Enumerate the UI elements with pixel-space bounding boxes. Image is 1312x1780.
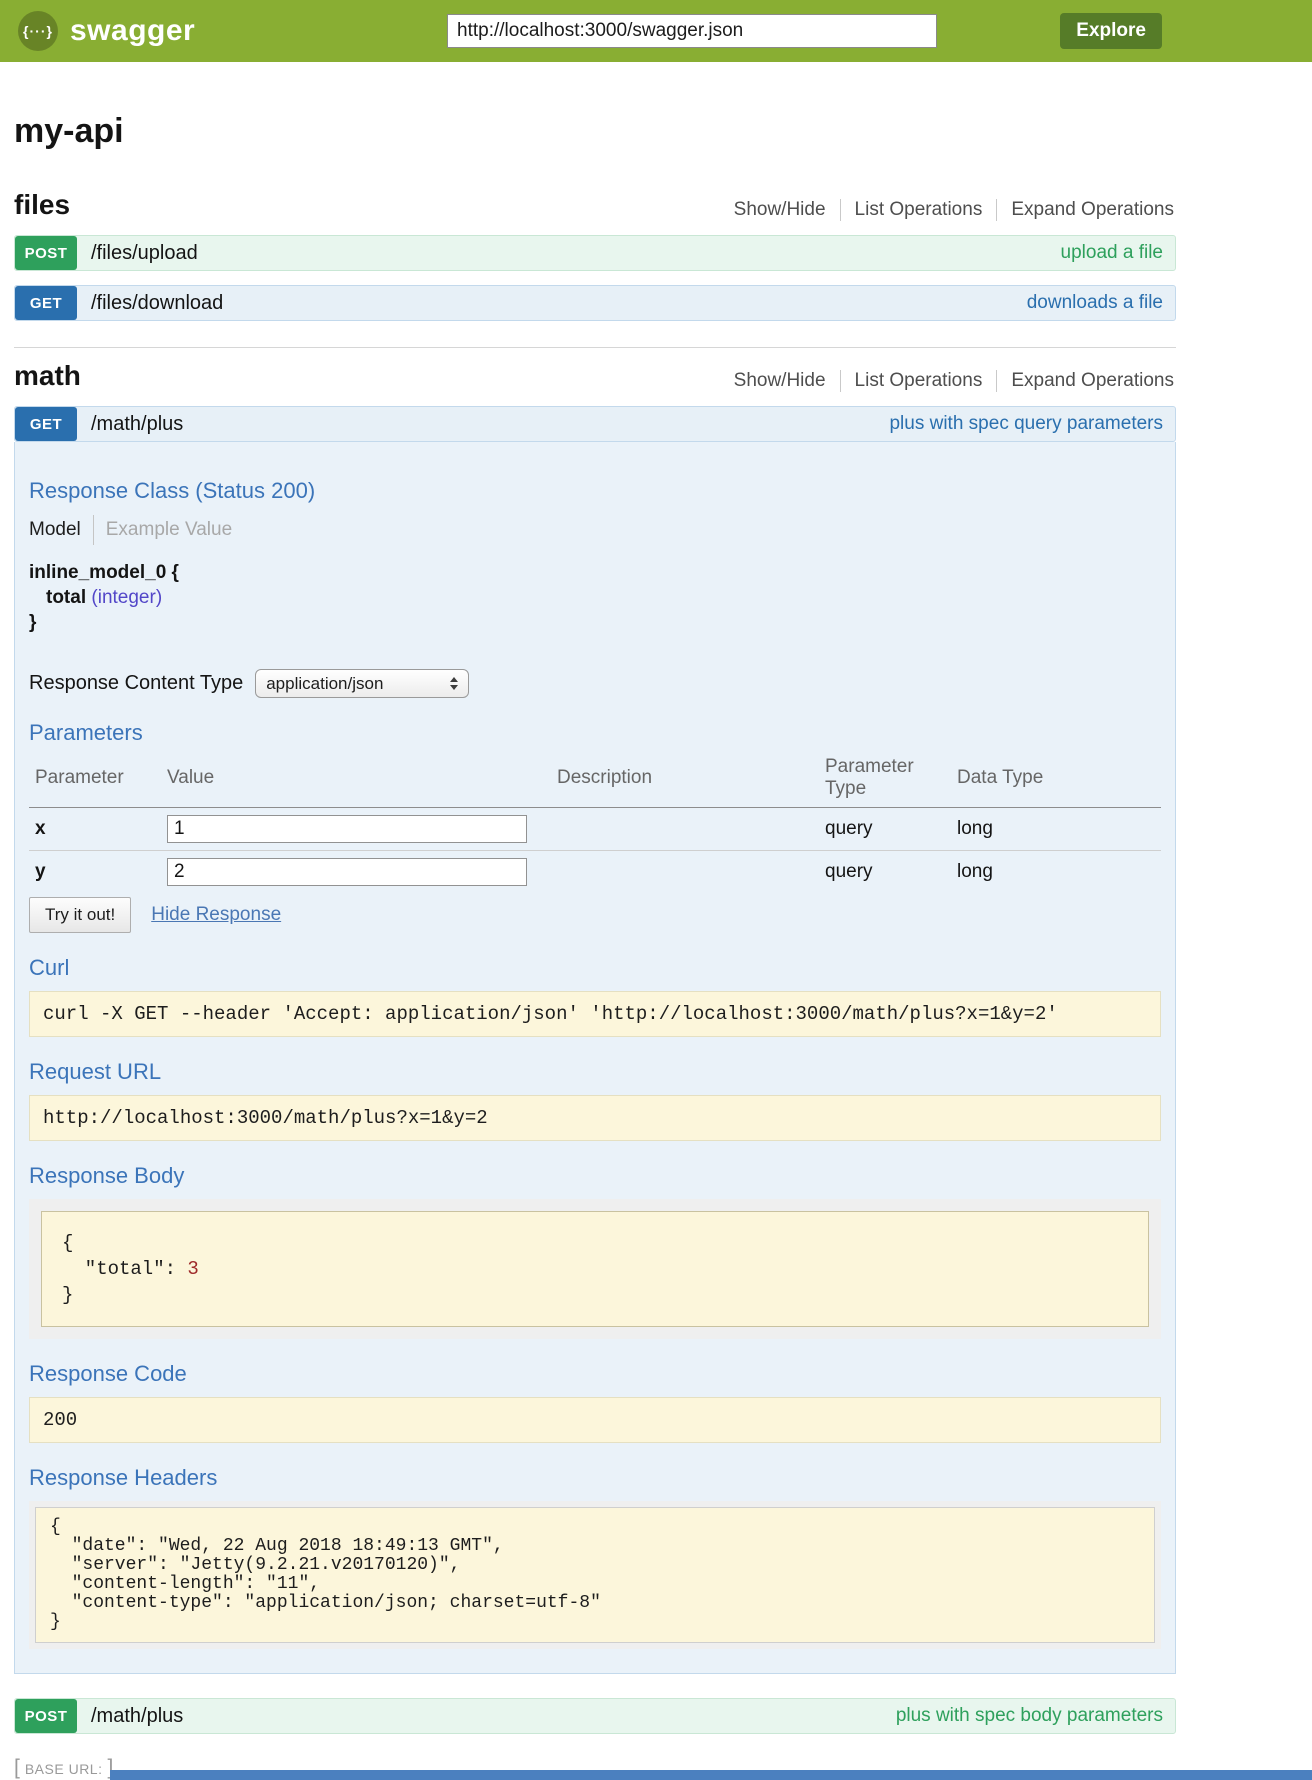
- section-files: files Show/Hide List Operations Expand O…: [14, 189, 1176, 321]
- param-description: [551, 851, 819, 894]
- arrow-up-icon: [450, 677, 458, 682]
- json-close-brace: }: [62, 1282, 1128, 1308]
- tab-model[interactable]: Model: [29, 519, 81, 541]
- op-content: Response Class (Status 200) Model Exampl…: [14, 442, 1176, 1674]
- response-content-type-value: application/json: [266, 674, 383, 694]
- expand-operations-link[interactable]: Expand Operations: [996, 199, 1176, 221]
- list-operations-link[interactable]: List Operations: [840, 199, 997, 221]
- col-parameter-type: Parameter Type: [819, 754, 951, 808]
- model-property: total (integer): [29, 585, 1161, 610]
- swagger-url-input[interactable]: [447, 14, 937, 48]
- files-section-head: files Show/Hide List Operations Expand O…: [14, 189, 1176, 221]
- math-section-controls: Show/Hide List Operations Expand Operati…: [720, 370, 1176, 392]
- param-type: query: [819, 851, 951, 894]
- try-it-out-button[interactable]: Try it out!: [29, 897, 131, 933]
- brand-title: swagger: [70, 14, 195, 48]
- model-close: }: [29, 610, 1161, 635]
- show-hide-link[interactable]: Show/Hide: [720, 370, 840, 392]
- param-name: x: [29, 808, 161, 851]
- response-body-heading: Response Body: [29, 1163, 1161, 1189]
- swagger-logo-glyph: {···}: [23, 23, 53, 39]
- tab-example-value[interactable]: Example Value: [106, 519, 232, 541]
- param-x-input[interactable]: [167, 815, 527, 843]
- op-path[interactable]: /files/upload: [91, 236, 198, 270]
- math-section-title: math: [14, 360, 81, 392]
- model-open: inline_model_0 {: [29, 560, 1161, 585]
- response-headers-block: { "date": "Wed, 22 Aug 2018 18:49:13 GMT…: [29, 1501, 1161, 1649]
- method-badge-get: GET: [15, 407, 77, 441]
- response-class-heading: Response Class (Status 200): [29, 478, 1161, 504]
- param-type: query: [819, 808, 951, 851]
- show-hide-link[interactable]: Show/Hide: [720, 199, 840, 221]
- swagger-logo-icon: {···}: [18, 11, 58, 51]
- swagger-ui-page: {···} swagger Explore my-api files Show/…: [0, 0, 1312, 1780]
- col-value: Value: [161, 754, 551, 808]
- op-summary[interactable]: upload a file: [1061, 236, 1175, 270]
- method-badge-post: POST: [15, 236, 77, 270]
- files-section-controls: Show/Hide List Operations Expand Operati…: [720, 199, 1176, 221]
- json-value: 3: [187, 1258, 198, 1280]
- json-open-brace: {: [62, 1230, 1128, 1256]
- response-content-type-select[interactable]: application/json: [255, 669, 469, 698]
- col-description: Description: [551, 754, 819, 808]
- curl-heading: Curl: [29, 955, 1161, 981]
- response-headers-heading: Response Headers: [29, 1465, 1161, 1491]
- model-property-type: (integer): [91, 587, 162, 608]
- model-tabs: Model Example Value: [29, 514, 1161, 546]
- op-path[interactable]: /files/download: [91, 286, 223, 320]
- json-key: "total":: [85, 1258, 176, 1280]
- files-section-title: files: [14, 189, 70, 221]
- param-data-type: long: [951, 851, 1161, 894]
- param-description: [551, 808, 819, 851]
- tab-divider: [93, 515, 94, 545]
- request-url-value: http://localhost:3000/math/plus?x=1&y=2: [29, 1095, 1161, 1141]
- param-row-x: x query long: [29, 808, 1161, 851]
- bottom-blue-strip: [110, 1770, 1312, 1780]
- col-data-type: Data Type: [951, 754, 1161, 808]
- response-body-block: { "total": 3 }: [29, 1199, 1161, 1339]
- math-section-head: math Show/Hide List Operations Expand Op…: [14, 360, 1176, 392]
- model-signature: inline_model_0 { total (integer) }: [29, 560, 1161, 635]
- select-stepper-icon: [450, 677, 458, 690]
- response-body-json: { "total": 3 }: [41, 1211, 1149, 1327]
- parameters-header-row: Parameter Value Description Parameter Ty…: [29, 754, 1161, 808]
- param-data-type: long: [951, 808, 1161, 851]
- param-name: y: [29, 851, 161, 894]
- op-row-post-files-upload[interactable]: POST /files/upload upload a file: [14, 235, 1176, 271]
- hide-response-link[interactable]: Hide Response: [151, 904, 281, 926]
- expand-operations-link[interactable]: Expand Operations: [996, 370, 1176, 392]
- section-math: math Show/Hide List Operations Expand Op…: [14, 347, 1176, 1734]
- response-content-type-label: Response Content Type: [29, 672, 243, 695]
- explore-button[interactable]: Explore: [1060, 13, 1162, 49]
- parameters-heading: Parameters: [29, 720, 1161, 746]
- method-badge-get: GET: [15, 286, 77, 320]
- top-bar: {···} swagger Explore: [0, 0, 1312, 62]
- op-summary[interactable]: plus with spec query parameters: [889, 407, 1175, 441]
- model-property-name: total: [46, 587, 86, 608]
- response-code-value: 200: [29, 1397, 1161, 1443]
- try-row: Try it out! Hide Response: [29, 897, 1161, 933]
- request-url-heading: Request URL: [29, 1059, 1161, 1085]
- bracket-open: [: [14, 1756, 20, 1780]
- json-total-line: "total": 3: [62, 1256, 1128, 1282]
- op-path[interactable]: /math/plus: [91, 407, 183, 441]
- content-wrap: my-api files Show/Hide List Operations E…: [14, 112, 1176, 1734]
- op-block-get-math-plus: GET /math/plus plus with spec query para…: [14, 406, 1176, 1674]
- param-y-input[interactable]: [167, 858, 527, 886]
- curl-command: curl -X GET --header 'Accept: applicatio…: [29, 991, 1161, 1037]
- param-row-y: y query long: [29, 851, 1161, 894]
- op-row-get-math-plus[interactable]: GET /math/plus plus with spec query para…: [14, 406, 1176, 442]
- list-operations-link[interactable]: List Operations: [840, 370, 997, 392]
- parameters-table: Parameter Value Description Parameter Ty…: [29, 754, 1161, 893]
- response-code-heading: Response Code: [29, 1361, 1161, 1387]
- arrow-down-icon: [450, 685, 458, 690]
- response-headers-json: { "date": "Wed, 22 Aug 2018 18:49:13 GMT…: [35, 1507, 1155, 1643]
- col-parameter: Parameter: [29, 754, 161, 808]
- op-row-post-math-plus[interactable]: POST /math/plus plus with spec body para…: [14, 1698, 1176, 1734]
- op-summary[interactable]: downloads a file: [1027, 286, 1175, 320]
- op-row-get-files-download[interactable]: GET /files/download downloads a file: [14, 285, 1176, 321]
- base-url-label: BASE URL:: [25, 1759, 103, 1777]
- response-content-type-row: Response Content Type application/json: [29, 669, 1161, 698]
- page-title: my-api: [14, 112, 1176, 151]
